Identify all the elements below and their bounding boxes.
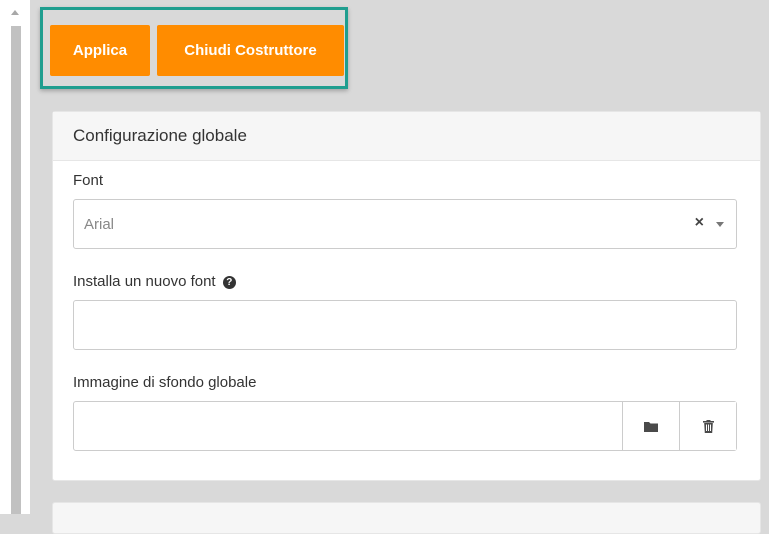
background-image-label: Immagine di sfondo globale [73,374,257,391]
font-select-value: Arial [84,215,115,233]
font-label: Font [73,172,104,189]
builder-main: Applica Chiudi Costruttore Configurazion… [30,0,769,534]
install-font-label-row: Installa un nuovo font ? [73,273,236,290]
scrollbar[interactable] [0,0,30,514]
close-builder-button[interactable]: Chiudi Costruttore [157,25,344,76]
delete-image-button[interactable] [679,402,736,450]
chevron-down-icon[interactable] [716,222,724,227]
panel-title: Configurazione globale [53,112,760,161]
install-font-input[interactable] [73,300,737,350]
toolbar: Applica Chiudi Costruttore [40,7,348,89]
browse-folder-button[interactable] [622,402,679,450]
global-config-panel: Configurazione globale Font Arial × Inst… [52,111,761,481]
install-font-label: Installa un nuovo font [73,273,216,290]
scroll-up-arrow-icon[interactable] [11,10,19,15]
font-select[interactable]: Arial × [73,199,737,249]
background-image-field[interactable] [73,401,737,451]
trash-icon [702,419,714,433]
question-circle-icon[interactable]: ? [222,275,236,289]
scrollbar-thumb[interactable] [11,26,21,514]
folder-icon [644,421,658,432]
apply-button[interactable]: Applica [50,25,150,76]
next-panel [52,502,761,534]
clear-icon[interactable]: × [695,214,704,232]
